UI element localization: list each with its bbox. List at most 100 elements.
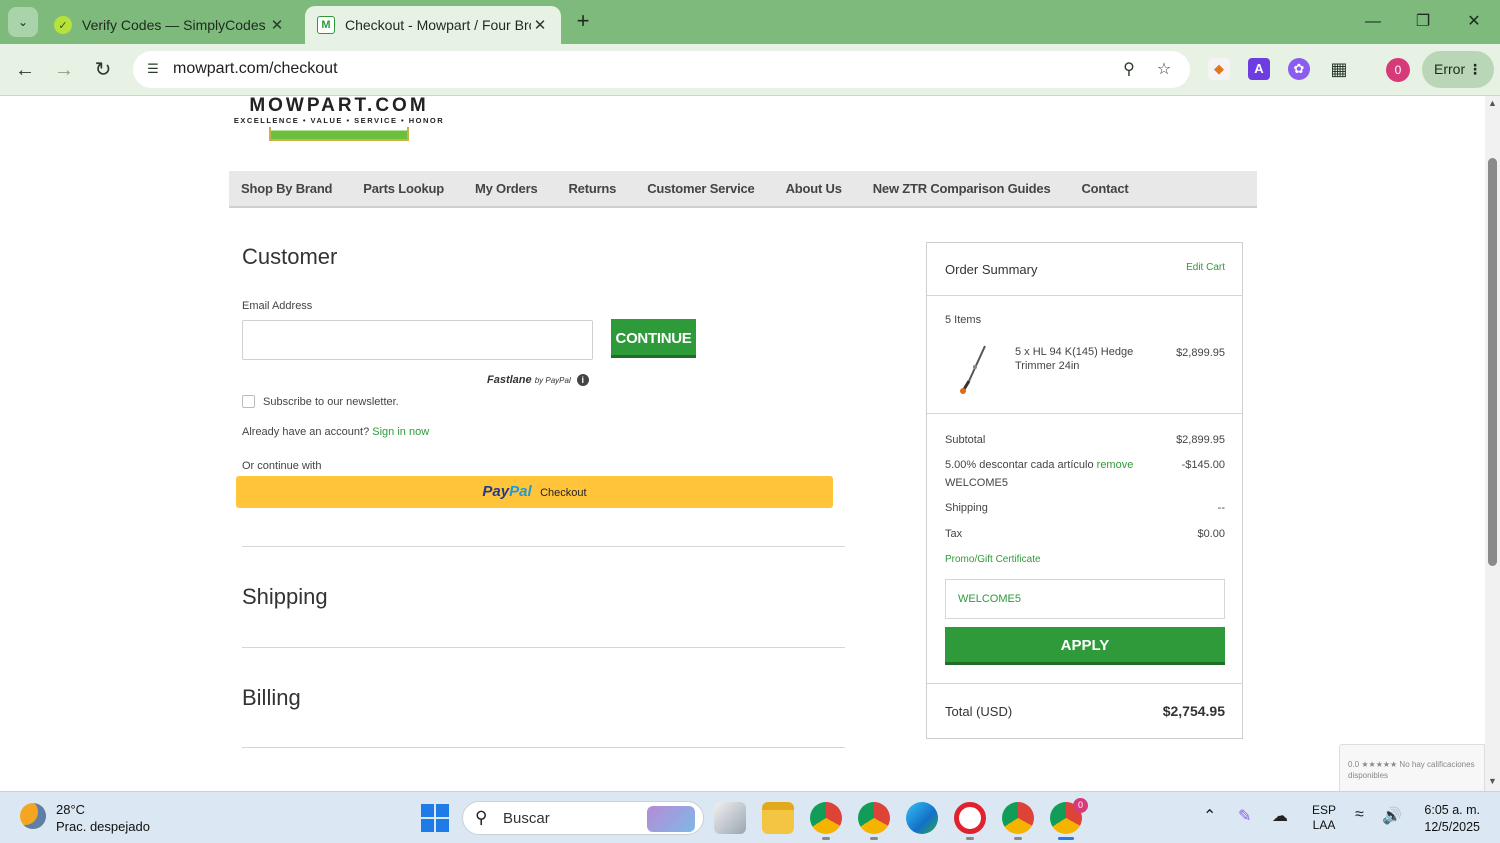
checkout-page: MOWPART.COM EXCELLENCE • VALUE • SERVICE… <box>0 96 1485 791</box>
error-menu-button[interactable]: Error ⋮ <box>1422 51 1494 88</box>
running-indicator <box>870 837 878 840</box>
main-navigation: Shop By Brand Parts Lookup My Orders Ret… <box>229 171 1257 208</box>
nav-ztr-guides[interactable]: New ZTR Comparison Guides <box>873 181 1051 196</box>
newsletter-checkbox[interactable] <box>242 395 255 408</box>
scroll-thumb[interactable] <box>1488 158 1497 566</box>
system-clock[interactable]: 6:05 a. m. 12/5/2025 <box>1416 802 1480 836</box>
edge-icon[interactable] <box>906 802 938 834</box>
keyboard-layout: LAA <box>1312 818 1336 832</box>
promo-gift-link[interactable]: Promo/Gift Certificate <box>945 554 1224 565</box>
weather-temperature[interactable]: 28°C <box>56 802 85 817</box>
tax-label: Tax <box>945 528 963 540</box>
sign-in-link[interactable]: Sign in now <box>372 426 429 438</box>
nav-returns[interactable]: Returns <box>568 181 616 196</box>
scroll-up-icon[interactable]: ▲ <box>1487 98 1498 108</box>
profile-avatar[interactable]: 0 <box>1386 58 1410 82</box>
forward-arrow-icon[interactable]: → <box>50 56 78 84</box>
file-explorer-icon[interactable] <box>762 802 794 834</box>
zoom-icon[interactable]: ⚲ <box>1118 59 1140 81</box>
items-count: 5 Items <box>945 314 982 326</box>
chrome-profile-2-icon[interactable] <box>858 802 890 834</box>
paypal-pay-text: Pay <box>482 483 510 500</box>
close-icon[interactable]: ✕ <box>531 16 549 34</box>
extension-a-icon[interactable]: A <box>1248 58 1270 80</box>
summary-divider <box>927 683 1242 684</box>
tab-search-button[interactable]: ⌄ <box>8 7 38 37</box>
nav-about-us[interactable]: About Us <box>786 181 842 196</box>
opera-icon[interactable] <box>954 802 986 834</box>
chevron-up-icon[interactable]: ⌃ <box>1203 806 1216 826</box>
item-price: $2,899.95 <box>1176 347 1225 359</box>
fastlane-by-label: by PayPal <box>534 376 571 385</box>
chrome-profile-3-icon[interactable] <box>1002 802 1034 834</box>
paypal-checkout-label: Checkout <box>540 487 587 499</box>
extensions-puzzle-icon[interactable]: ▦ <box>1328 58 1350 80</box>
remove-discount-link[interactable]: remove <box>1097 459 1134 471</box>
back-arrow-icon[interactable]: ← <box>11 56 39 84</box>
nav-shop-by-brand[interactable]: Shop By Brand <box>241 181 332 196</box>
newsletter-row[interactable]: Subscribe to our newsletter. <box>242 395 399 408</box>
info-icon[interactable]: i <box>576 374 589 387</box>
promo-code-input[interactable]: WELCOME5 <box>945 579 1225 619</box>
discount-label: 5.00% descontar cada artículo <box>945 459 1094 471</box>
tab-checkout[interactable]: M Checkout - Mowpart / Four Bro ✕ <box>305 6 561 44</box>
shipping-value: -- <box>1217 502 1225 514</box>
input-language[interactable]: ESP LAA <box>1312 803 1336 833</box>
cloud-icon[interactable]: ☁ <box>1272 806 1288 826</box>
restore-button[interactable]: ❐ <box>1408 8 1438 36</box>
continue-button[interactable]: CONTINUE <box>611 319 696 358</box>
weather-moon-icon[interactable] <box>20 803 46 829</box>
discount-row: 5.00% descontar cada artículo remove <box>945 459 1142 471</box>
extension-swirl-icon[interactable]: ✿ <box>1288 58 1310 80</box>
rating-widget[interactable]: 0.0 ★★★★★ No hay calificaciones disponib… <box>1339 744 1485 791</box>
section-divider <box>242 747 845 748</box>
bookmark-star-icon[interactable]: ☆ <box>1153 59 1175 81</box>
tab-simplycodes[interactable]: ✓ Verify Codes — SimplyCodes ✕ <box>42 6 298 44</box>
shipping-section-title[interactable]: Shipping <box>242 584 328 610</box>
chrome-profile-1-icon[interactable] <box>810 802 842 834</box>
taskbar-search[interactable]: ⚲ Buscar <box>462 801 704 835</box>
logo-grass-graphic <box>269 127 409 141</box>
weather-description[interactable]: Prac. despejado <box>56 819 150 834</box>
search-icon: ⚲ <box>475 808 488 827</box>
volume-icon[interactable]: 🔊 <box>1382 806 1402 826</box>
page-scrollbar[interactable]: ▲ ▼ <box>1485 96 1500 791</box>
nav-customer-service[interactable]: Customer Service <box>647 181 755 196</box>
address-bar[interactable]: ☰ mowpart.com/checkout ⚲ ☆ <box>133 51 1190 88</box>
discount-code: WELCOME5 <box>945 477 1008 489</box>
nav-parts-lookup[interactable]: Parts Lookup <box>363 181 444 196</box>
pen-icon[interactable]: ✎ <box>1238 806 1251 826</box>
chrome-active-icon[interactable]: 0 <box>1050 798 1088 834</box>
site-logo[interactable]: MOWPART.COM EXCELLENCE • VALUE • SERVICE… <box>229 96 449 144</box>
nav-my-orders[interactable]: My Orders <box>475 181 538 196</box>
close-icon[interactable]: ✕ <box>268 16 286 34</box>
paypal-checkout-button[interactable]: PayPal Checkout <box>236 476 833 508</box>
new-tab-button[interactable]: + <box>570 9 596 35</box>
wifi-icon[interactable]: ≈ <box>1355 806 1364 824</box>
running-indicator <box>1014 837 1022 840</box>
metamask-icon[interactable]: ◆ <box>1208 58 1230 80</box>
running-indicator-active <box>1058 837 1074 840</box>
url-text[interactable]: mowpart.com/checkout <box>173 60 338 78</box>
close-window-button[interactable]: ✕ <box>1459 8 1489 36</box>
site-info-icon[interactable]: ☰ <box>143 59 163 79</box>
browser-toolbar: ← → ↻ ☰ mowpart.com/checkout ⚲ ☆ ◆ A ✿ ▦… <box>0 44 1500 96</box>
task-view-icon[interactable] <box>714 802 746 834</box>
apply-button[interactable]: APPLY <box>945 627 1225 665</box>
email-field[interactable] <box>242 320 593 360</box>
billing-section-title[interactable]: Billing <box>242 685 301 711</box>
edit-cart-link[interactable]: Edit Cart <box>1186 262 1225 273</box>
customer-section-title: Customer <box>242 244 338 269</box>
shipping-label: Shipping <box>945 502 988 514</box>
windows-start-icon[interactable] <box>421 804 449 832</box>
sign-in-prompt: Already have an account? Sign in now <box>242 426 429 438</box>
nav-contact[interactable]: Contact <box>1081 181 1128 196</box>
scroll-down-icon[interactable]: ▼ <box>1487 776 1498 786</box>
kebab-menu-icon: ⋮ <box>1468 61 1482 77</box>
reload-icon[interactable]: ↻ <box>89 56 117 84</box>
order-summary-panel: Order Summary Edit Cart 5 Items 5 x HL 9… <box>926 242 1243 739</box>
minimize-button[interactable]: — <box>1358 8 1388 36</box>
item-name: 5 x HL 94 K(145) Hedge Trimmer 24in <box>1015 346 1134 372</box>
section-divider <box>242 546 845 547</box>
fastlane-label: Fastlane <box>487 374 532 386</box>
